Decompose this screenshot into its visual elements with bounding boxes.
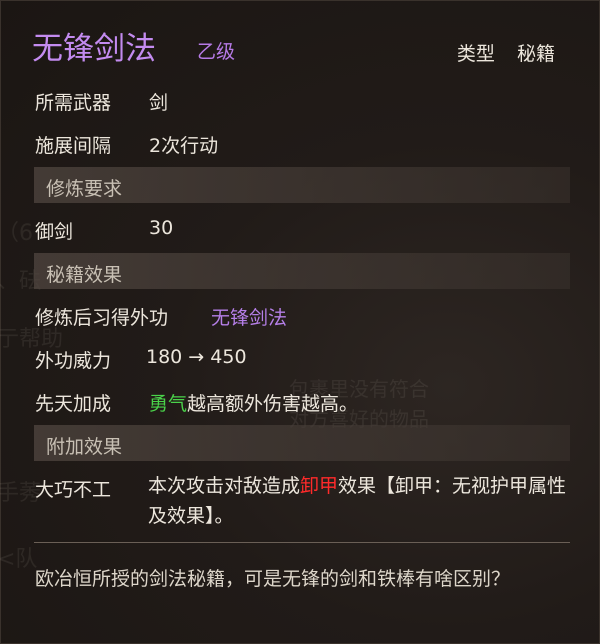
background-ghost-text: （6 — [0, 221, 33, 246]
innate-bonus: 勇气越高额外伤害越高。 — [149, 389, 358, 416]
innate-label: 先天加成 — [35, 393, 112, 415]
bonus-name: 大巧不工 — [35, 479, 112, 501]
interval-label: 施展间隔 — [35, 135, 112, 157]
bonus-desc-debuff: 卸甲 — [300, 475, 339, 497]
power-label: 外功威力 — [35, 350, 112, 372]
required-skill-value: 30 — [149, 217, 174, 239]
type-value: 秘籍 — [516, 43, 555, 65]
learn-label: 修炼后习得外功 — [35, 307, 169, 329]
weapon-value: 剑 — [149, 92, 169, 114]
skill-grade: 乙级 — [197, 41, 236, 63]
type-info: 类型 秘籍 — [441, 39, 555, 66]
required-skill-label: 御剑 — [35, 221, 74, 243]
type-label: 类型 — [456, 43, 495, 65]
background-ghost-text: <队 — [0, 547, 38, 572]
bonus-header: 附加效果 — [46, 436, 123, 458]
bonus-description: 本次攻击对敌造成卸甲效果【卸甲：无视护甲属性及效果】。 — [148, 471, 568, 531]
bonus-desc-pre: 本次攻击对敌造成 — [148, 475, 301, 497]
item-tooltip: （6 、砝 亍帮助 手莠 <队 包裹里没有符合 对方喜好的物品 无锋剑法 乙级 … — [0, 0, 600, 644]
divider — [34, 542, 570, 543]
flavor-text: 欧冶恒所授的剑法秘籍，可是无锋的剑和铁棒有啥区别？ — [35, 568, 511, 590]
learn-value: 无锋剑法 — [211, 307, 288, 329]
innate-attribute: 勇气 — [149, 393, 188, 415]
weapon-label: 所需武器 — [35, 92, 112, 114]
effects-header: 秘籍效果 — [46, 264, 123, 286]
innate-text: 越高额外伤害越高。 — [187, 393, 359, 415]
skill-title: 无锋剑法 — [32, 31, 156, 67]
requirements-header: 修炼要求 — [46, 178, 123, 200]
interval-value: 2次行动 — [149, 135, 219, 157]
power-value: 180 → 450 — [146, 346, 247, 368]
